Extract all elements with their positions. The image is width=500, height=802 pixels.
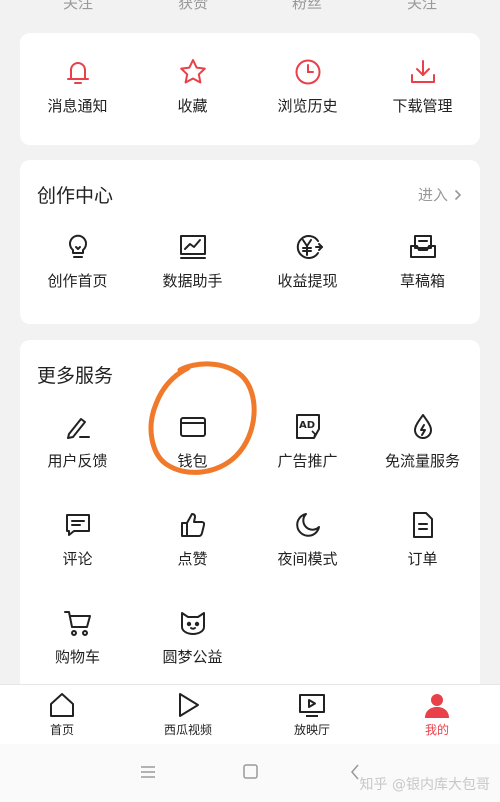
back-icon[interactable] [350, 764, 360, 780]
creator-item-earnings[interactable]: 收益提现 [250, 232, 365, 291]
creator-center-card: 创作中心 进入 创作首页 数据助手 收益提现 草稿箱 [20, 160, 480, 324]
star-icon [179, 59, 206, 84]
nav-label: 放映厅 [293, 723, 330, 737]
svg-text:AD: AD [299, 420, 315, 431]
creator-item-home[interactable]: 创作首页 [20, 232, 135, 291]
section-title: 创作中心 [37, 185, 114, 207]
service-item-cart[interactable]: 购物车 [20, 608, 135, 667]
service-item-feedback[interactable]: 用户反馈 [20, 412, 135, 471]
service-item-orders[interactable]: 订单 [365, 510, 480, 569]
quick-actions-card: 消息通知 收藏 浏览历史 下载管理 [20, 33, 480, 145]
nav-label: 西瓜视频 [163, 723, 212, 737]
ad-icon: AD [295, 414, 320, 439]
wallet-icon [179, 417, 206, 437]
creator-item-label: 草稿箱 [399, 272, 445, 290]
chart-icon [179, 235, 206, 259]
nav-item-xigua[interactable]: 西瓜视频 [143, 691, 233, 738]
home-icon [50, 693, 74, 717]
thumbs-up-icon [180, 513, 205, 537]
yen-icon [296, 235, 323, 259]
service-item-label: 点赞 [177, 550, 208, 568]
quick-item-label: 收藏 [177, 97, 208, 115]
comment-icon [65, 514, 90, 536]
stat-label[interactable]: 关注 [392, 0, 452, 13]
service-item-likes[interactable]: 点赞 [135, 510, 250, 569]
service-item-label: 夜间模式 [277, 550, 338, 568]
service-item-ads[interactable]: AD 广告推广 [250, 412, 365, 471]
play-icon [179, 693, 199, 717]
quick-item-history[interactable]: 浏览历史 [250, 57, 365, 116]
stat-label[interactable]: 获赞 [163, 0, 223, 13]
nav-item-cinema[interactable]: 放映厅 [267, 691, 357, 738]
service-item-wallet[interactable]: 钱包 [135, 412, 250, 471]
nav-label: 首页 [49, 723, 74, 737]
cat-face-icon [180, 612, 205, 635]
service-item-comments[interactable]: 评论 [20, 510, 135, 569]
person-icon [425, 694, 449, 718]
service-item-data-free[interactable]: 免流量服务 [365, 412, 480, 471]
creator-item-label: 收益提现 [277, 272, 338, 290]
bottom-nav: 首页 西瓜视频 放映厅 我的 [0, 684, 500, 745]
screen-icon [299, 694, 325, 717]
cart-icon [63, 611, 91, 636]
quick-item-favorites[interactable]: 收藏 [135, 57, 250, 116]
home-square-icon[interactable] [243, 764, 258, 779]
enter-link[interactable]: 进入 [418, 184, 462, 205]
creator-item-drafts[interactable]: 草稿箱 [365, 232, 480, 291]
service-item-label: 钱包 [177, 452, 208, 470]
more-services-card: 更多服务 用户反馈 钱包 AD 广告推广 免流量服务 评论 点赞 夜间模式 订单… [20, 340, 480, 684]
service-item-label: 用户反馈 [47, 452, 108, 470]
stat-label[interactable]: 关注 [48, 0, 108, 13]
draft-box-icon [409, 235, 436, 258]
moon-icon [295, 513, 320, 537]
bell-icon [66, 62, 89, 84]
watermark: 知乎 @银内库大包哥 [359, 777, 490, 793]
download-icon [410, 60, 435, 83]
clock-icon [295, 59, 320, 85]
quick-item-downloads[interactable]: 下载管理 [365, 57, 480, 116]
stat-label[interactable]: 粉丝 [277, 0, 337, 13]
menu-icon[interactable] [140, 764, 156, 780]
service-item-label: 评论 [62, 550, 93, 568]
chevron-right-icon [454, 189, 462, 200]
creator-item-label: 创作首页 [47, 272, 108, 290]
pen-icon [66, 418, 90, 439]
order-icon [412, 512, 433, 538]
nav-label: 我的 [424, 723, 449, 737]
service-item-label: 免流量服务 [384, 452, 460, 470]
enter-label: 进入 [417, 186, 448, 204]
quick-item-label: 浏览历史 [277, 97, 338, 115]
lightbulb-icon [68, 234, 87, 258]
drop-icon [413, 414, 432, 439]
service-item-label: 广告推广 [277, 452, 338, 470]
service-item-label: 购物车 [54, 648, 100, 666]
quick-item-label: 消息通知 [47, 97, 108, 115]
system-nav-bar: 知乎 @银内库大包哥 [0, 744, 500, 802]
quick-item-label: 下载管理 [392, 97, 453, 115]
service-item-charity[interactable]: 圆梦公益 [135, 608, 250, 667]
section-title: 更多服务 [37, 365, 114, 387]
profile-stats: 关注 获赞 粉丝 关注 [0, 0, 500, 14]
service-item-night-mode[interactable]: 夜间模式 [250, 510, 365, 569]
service-item-label: 圆梦公益 [162, 648, 223, 666]
creator-item-data[interactable]: 数据助手 [135, 232, 250, 291]
service-item-label: 订单 [407, 550, 438, 568]
creator-item-label: 数据助手 [162, 272, 223, 290]
nav-item-me[interactable]: 我的 [392, 691, 482, 738]
nav-item-home[interactable]: 首页 [17, 691, 107, 738]
quick-item-notifications[interactable]: 消息通知 [20, 57, 135, 116]
